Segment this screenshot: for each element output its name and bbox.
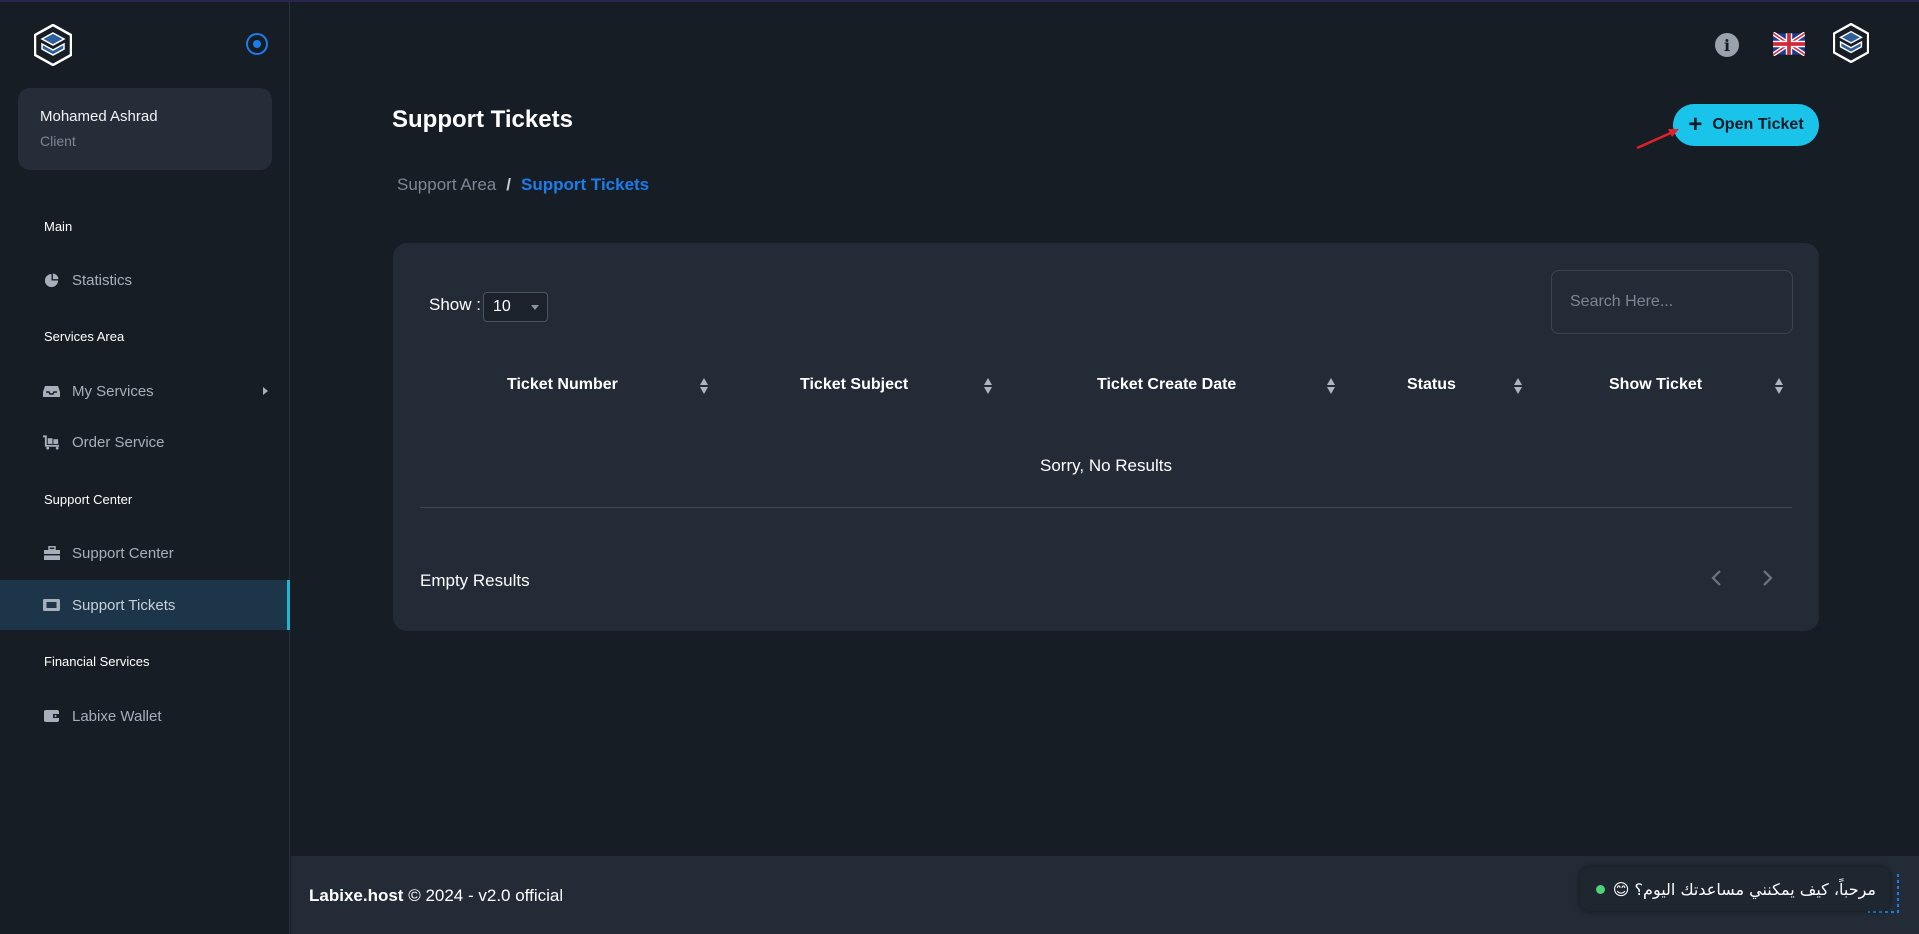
sidebar-item-support-center[interactable]: Support Center xyxy=(0,528,290,578)
column-header-show-ticket[interactable]: Show Ticket xyxy=(1609,376,1702,394)
sidebar-item-label: Order Service xyxy=(72,433,165,451)
cart-icon xyxy=(43,434,60,450)
chevron-right-icon xyxy=(263,387,268,395)
sidebar-item-wallet[interactable]: Labixe Wallet xyxy=(0,691,290,741)
show-label: Show : xyxy=(429,295,481,314)
sort-icon[interactable] xyxy=(1774,377,1784,395)
user-card[interactable]: Mohamed Ashrad Client xyxy=(18,88,272,170)
inbox-icon xyxy=(43,384,60,398)
empty-table-message: Sorry, No Results xyxy=(1040,456,1172,475)
sort-icon[interactable] xyxy=(699,377,709,395)
section-title-services: Services Area xyxy=(44,329,125,344)
page-size-select[interactable]: 10 xyxy=(483,292,548,322)
uk-flag-icon[interactable] xyxy=(1773,32,1805,56)
chevron-left-icon[interactable] xyxy=(1707,566,1727,590)
sort-icon[interactable] xyxy=(1326,377,1336,395)
sidebar-item-label: Support Center xyxy=(72,544,174,562)
sidebar-item-label: My Services xyxy=(72,382,154,400)
sort-icon[interactable] xyxy=(983,377,993,395)
column-header-create-date[interactable]: Ticket Create Date xyxy=(1097,376,1236,394)
account-logo-icon[interactable] xyxy=(1833,23,1869,63)
sidebar-item-my-services[interactable]: My Services xyxy=(0,366,290,416)
breadcrumb-separator: / xyxy=(506,175,511,194)
info-icon[interactable]: i xyxy=(1715,33,1739,57)
section-title-support: Support Center xyxy=(44,492,133,507)
sidebar-item-statistics[interactable]: Statistics xyxy=(0,255,290,305)
online-status-dot xyxy=(1595,884,1605,894)
search-input[interactable] xyxy=(1551,270,1793,334)
page-title: Support Tickets xyxy=(392,106,573,133)
tickets-table-card: Show : 10 Ticket Number Ticket Subject T… xyxy=(393,243,1819,631)
results-info: Empty Results xyxy=(420,571,530,590)
footer-copyright: Labixe.host © 2024 - v2.0 official xyxy=(309,886,563,906)
divider xyxy=(420,507,1792,508)
breadcrumb-current: Support Tickets xyxy=(520,175,650,194)
sidebar-item-label: Labixe Wallet xyxy=(72,707,162,725)
open-ticket-button[interactable]: + Open Ticket xyxy=(1673,104,1819,146)
user-name: Mohamed Ashrad xyxy=(40,108,158,125)
logo-icon[interactable] xyxy=(34,24,72,66)
pie-chart-icon xyxy=(43,272,60,287)
sidebar-item-order-service[interactable]: Order Service xyxy=(0,417,290,467)
section-title-financial: Financial Services xyxy=(44,654,150,669)
chat-welcome-bubble[interactable]: مرحباً، كيف يمكنني مساعدتك اليوم؟ 😊 xyxy=(1580,867,1890,911)
sidebar: Mohamed Ashrad Client Main Statistics Se… xyxy=(0,2,290,934)
chat-message: مرحباً، كيف يمكنني مساعدتك اليوم؟ 😊 xyxy=(1612,879,1876,899)
section-title-main: Main xyxy=(44,219,73,234)
toolbox-icon xyxy=(43,546,60,560)
sort-icon[interactable] xyxy=(1513,377,1523,395)
column-header-status[interactable]: Status xyxy=(1407,376,1456,394)
column-header-ticket-number[interactable]: Ticket Number xyxy=(507,376,618,394)
column-header-ticket-subject[interactable]: Ticket Subject xyxy=(800,376,908,394)
ticket-icon xyxy=(43,598,60,612)
sidebar-item-label: Support Tickets xyxy=(72,596,176,614)
footer-version: © 2024 - v2.0 official xyxy=(403,886,564,905)
sidebar-item-label: Statistics xyxy=(72,271,133,289)
user-role: Client xyxy=(40,133,76,149)
open-ticket-label: Open Ticket xyxy=(1712,116,1804,133)
breadcrumb: Support Area / Support Tickets xyxy=(397,175,649,195)
sidebar-item-support-tickets[interactable]: Support Tickets xyxy=(0,580,290,630)
breadcrumb-support-area[interactable]: Support Area xyxy=(397,175,496,195)
sidebar-toggle-button[interactable] xyxy=(246,33,268,55)
wallet-icon xyxy=(43,709,60,723)
annotation-arrow-icon xyxy=(1636,129,1679,150)
plus-icon: + xyxy=(1688,111,1703,138)
chevron-right-icon[interactable] xyxy=(1757,566,1777,590)
footer-brand[interactable]: Labixe.host xyxy=(309,886,403,905)
